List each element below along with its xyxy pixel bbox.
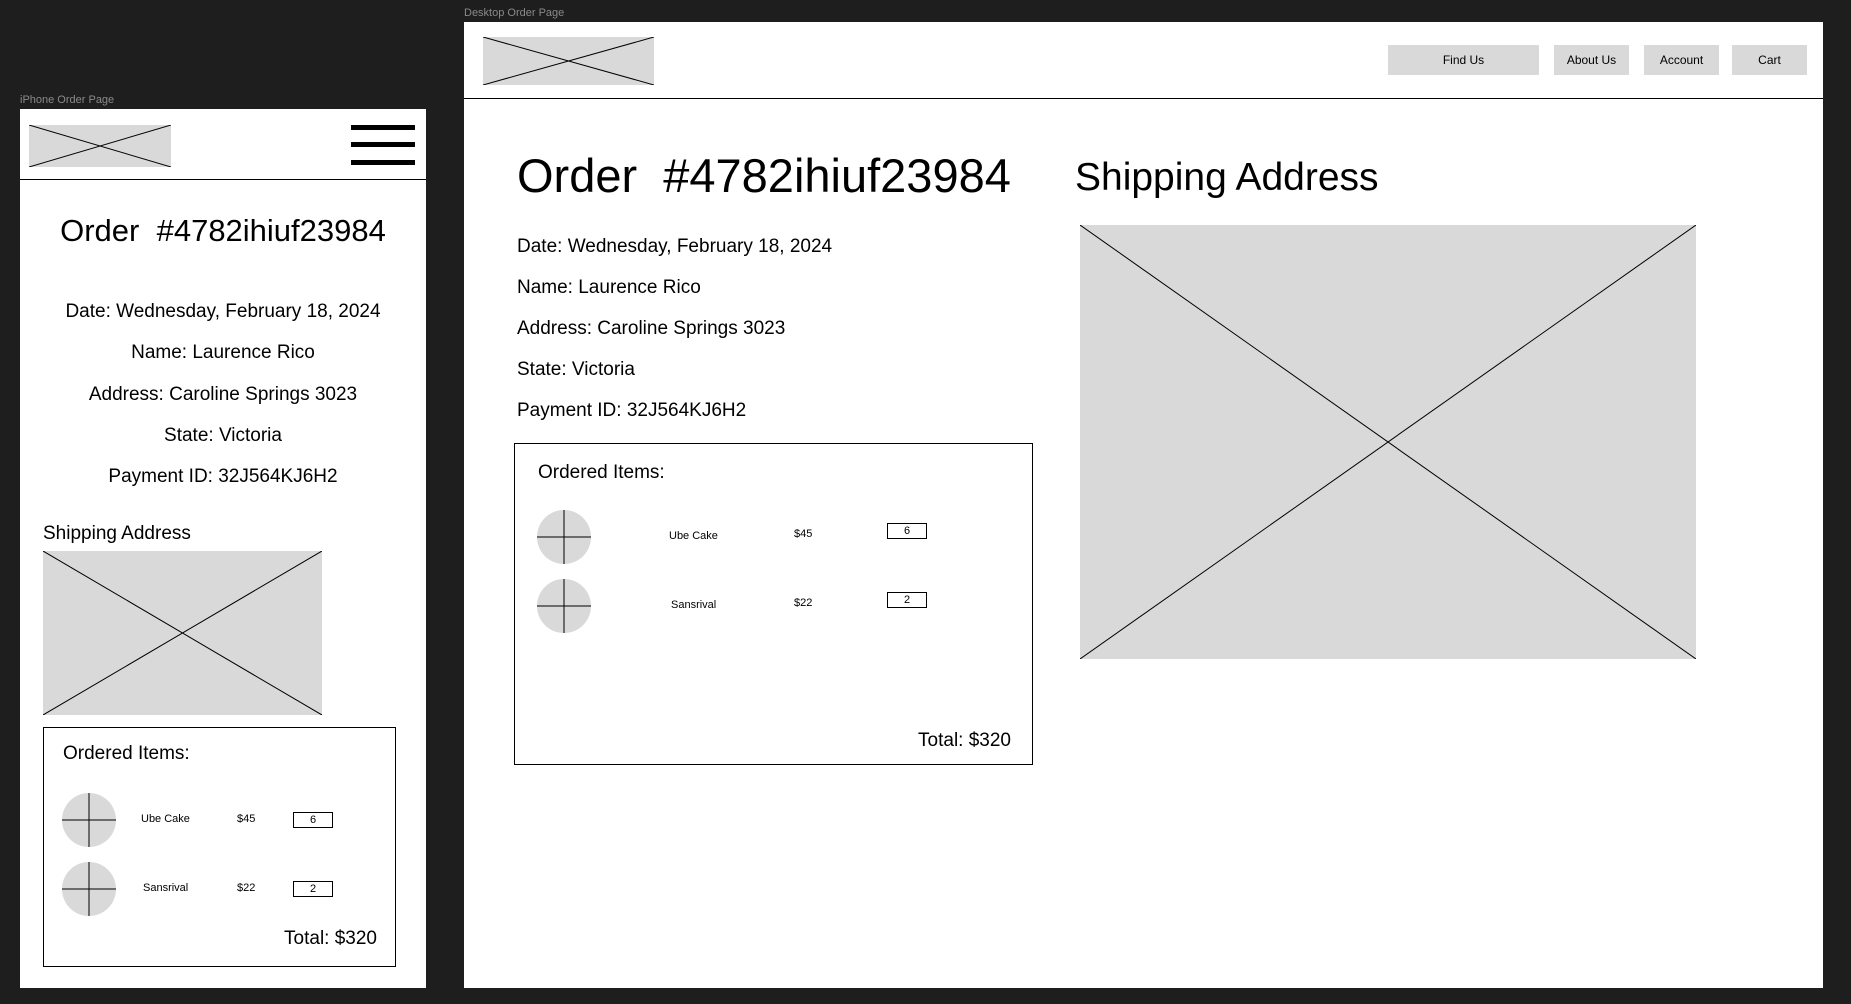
order-date: Date: Wednesday, February 18, 2024 (65, 301, 381, 322)
header-divider (464, 98, 1823, 99)
shipping-address-heading: Shipping Address (1075, 156, 1379, 199)
item-price: $45 (794, 528, 813, 540)
customer-state: State: Victoria (517, 359, 635, 380)
header-divider (20, 179, 426, 180)
item-name: Sansrival (143, 882, 189, 894)
payment-id: Payment ID: 32J564KJ6H2 (517, 400, 747, 421)
nav-about-us[interactable]: About Us (1554, 45, 1629, 75)
item-name: Ube Cake (141, 813, 190, 825)
item-name: Ube Cake (669, 530, 718, 542)
item-image-icon (537, 579, 591, 633)
nav-find-us[interactable]: Find Us (1388, 45, 1539, 75)
hamburger-menu-icon[interactable] (351, 125, 415, 165)
item-image-icon (537, 510, 591, 564)
item-name: Sansrival (671, 599, 717, 611)
order-title: Order #4782ihiuf23984 (517, 149, 1011, 202)
desktop-frame-label: Desktop Order Page (464, 7, 565, 19)
item-image-icon (62, 793, 116, 847)
shipping-map-placeholder (43, 551, 322, 715)
order-total: Total: $320 (918, 730, 1011, 751)
mobile-frame-label: iPhone Order Page (20, 94, 115, 106)
mobile-order-page: Order #4782ihiuf23984 Date: Wednesday, F… (20, 109, 426, 988)
quantity-field[interactable]: 6 (887, 523, 927, 539)
customer-name: Name: Laurence Rico (517, 277, 701, 298)
customer-name: Name: Laurence Rico (131, 342, 315, 363)
item-price: $22 (237, 882, 256, 894)
shipping-address-heading: Shipping Address (43, 523, 191, 544)
customer-state: State: Victoria (164, 425, 282, 446)
nav-cart[interactable]: Cart (1732, 45, 1807, 75)
customer-address: Address: Caroline Springs 3023 (517, 318, 786, 339)
order-total: Total: $320 (284, 928, 377, 949)
item-image-icon (62, 862, 116, 916)
quantity-field[interactable]: 2 (293, 881, 333, 897)
ordered-items-box: Ordered Items: Ube Cake $45 6 Sansrival … (514, 443, 1033, 765)
ordered-items-heading: Ordered Items: (63, 743, 190, 764)
logo-placeholder[interactable] (29, 125, 171, 167)
ordered-items-heading: Ordered Items: (538, 462, 665, 483)
item-price: $22 (794, 597, 813, 609)
ordered-items-box: Ordered Items: Ube Cake $45 6 Sansrival … (43, 727, 396, 967)
customer-address: Address: Caroline Springs 3023 (88, 384, 358, 405)
nav-account[interactable]: Account (1644, 45, 1719, 75)
order-title: Order #4782ihiuf23984 (60, 213, 386, 248)
shipping-map-placeholder (1080, 225, 1696, 659)
quantity-field[interactable]: 6 (293, 812, 333, 828)
payment-id: Payment ID: 32J564KJ6H2 (108, 466, 338, 487)
logo-placeholder[interactable] (483, 37, 654, 85)
quantity-field[interactable]: 2 (887, 592, 927, 608)
item-price: $45 (237, 813, 256, 825)
desktop-order-page: Find Us About Us Account Cart Order #478… (464, 22, 1823, 988)
order-date: Date: Wednesday, February 18, 2024 (517, 236, 833, 257)
